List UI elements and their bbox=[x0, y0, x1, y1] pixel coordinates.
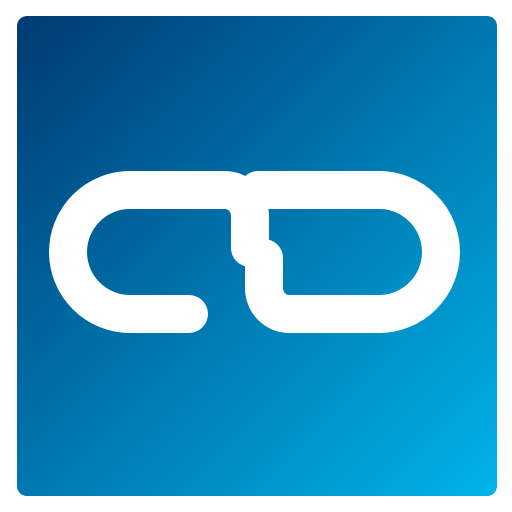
icon-canvas bbox=[0, 0, 512, 512]
app-icon-tile[interactable] bbox=[17, 16, 497, 496]
app-icon-svg bbox=[17, 16, 497, 496]
